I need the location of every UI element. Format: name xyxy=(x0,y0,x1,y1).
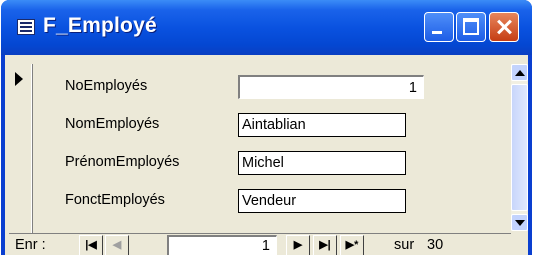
last-record-button[interactable]: ▶| xyxy=(313,235,337,255)
close-icon xyxy=(490,13,518,41)
current-record-input[interactable]: 1 xyxy=(167,235,277,255)
maximize-button[interactable] xyxy=(456,12,486,42)
field-noemployes[interactable]: 1 xyxy=(238,75,424,99)
window-title: F_Employé xyxy=(43,14,157,37)
previous-record-button[interactable]: ◀ xyxy=(105,235,129,255)
close-button[interactable] xyxy=(489,12,519,42)
total-records: 30 xyxy=(427,237,444,253)
label-prenomemployes: PrénomEmployés xyxy=(65,154,180,170)
next-record-button[interactable]: ▶ xyxy=(286,235,310,255)
scroll-thumb[interactable] xyxy=(511,84,528,211)
new-record-button[interactable]: ▶* xyxy=(340,235,364,255)
scroll-down-button[interactable] xyxy=(511,214,528,231)
first-record-button[interactable]: |◀ xyxy=(79,235,103,255)
form-body: NoEmployés 1 NomEmployés Aintablian Prén… xyxy=(5,55,528,255)
record-selector[interactable] xyxy=(9,64,32,233)
label-fonctemployes: FonctEmployés xyxy=(65,192,165,208)
record-navigation-bar: Enr : |◀ ◀ 1 ▶ ▶| ▶* sur 30 xyxy=(9,233,511,255)
last-record-icon: ▶| xyxy=(319,239,331,251)
current-record-arrow-icon xyxy=(15,72,23,86)
title-bar[interactable]: F_Employé xyxy=(1,0,532,55)
maximize-icon xyxy=(463,18,479,35)
minimize-button[interactable] xyxy=(424,12,454,42)
navigation-label: Enr : xyxy=(15,237,46,253)
field-prenomemployes[interactable]: Michel xyxy=(238,151,406,175)
form-window: F_Employé NoEmployés 1 NomEmployés Ainta… xyxy=(1,0,532,255)
scroll-up-button[interactable] xyxy=(511,64,528,81)
field-nomemployes[interactable]: Aintablian xyxy=(238,113,406,137)
label-nomemployes: NomEmployés xyxy=(65,116,160,132)
new-record-icon: ▶* xyxy=(345,239,359,251)
label-noemployes: NoEmployés xyxy=(65,78,148,94)
of-label: sur xyxy=(394,237,415,253)
next-record-icon: ▶ xyxy=(293,239,303,251)
field-fonctemployes[interactable]: Vendeur xyxy=(238,189,406,213)
form-icon[interactable] xyxy=(17,19,35,35)
previous-record-icon: ◀ xyxy=(112,239,122,251)
vertical-scrollbar[interactable] xyxy=(511,64,528,231)
first-record-icon: |◀ xyxy=(85,239,97,251)
minimize-icon xyxy=(432,31,442,34)
